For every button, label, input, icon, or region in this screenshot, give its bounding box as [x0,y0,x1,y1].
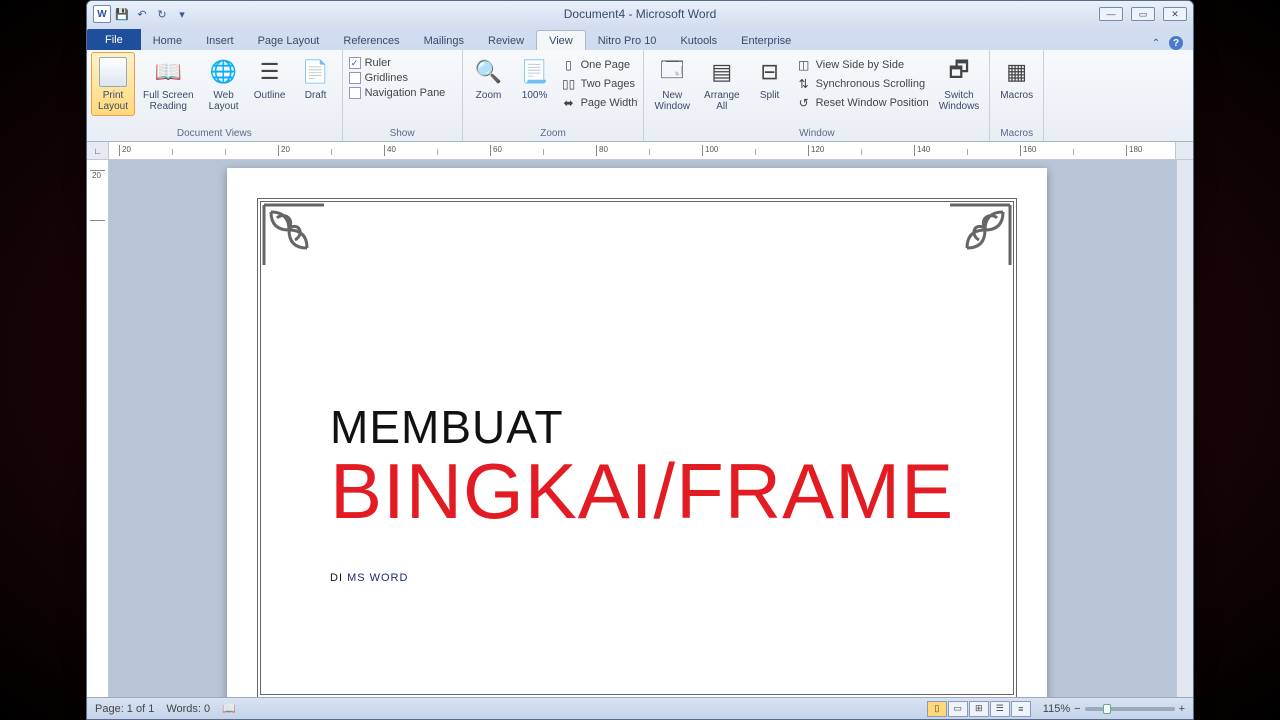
reset-window-button: ↺Reset Window Position [794,94,931,112]
tab-home[interactable]: Home [141,31,194,50]
outline-button[interactable]: ☰Outline [248,52,292,105]
book-icon: 📖 [152,56,184,88]
arrange-icon: ▤ [706,56,738,88]
zoom-level[interactable]: 115% [1043,703,1070,715]
ruler-corner[interactable]: ∟ [87,142,109,159]
page-width-icon: ⬌ [561,95,577,111]
maximize-button[interactable]: ▭ [1131,7,1155,21]
status-proof-icon[interactable]: 📖 [222,702,236,715]
sbs-icon: ◫ [796,57,812,73]
web-layout-button[interactable]: 🌐WebLayout [202,52,246,116]
split-button[interactable]: ⊟Split [748,52,792,105]
qat-dropdown[interactable]: ▾ [173,5,191,23]
group-zoom: 🔍Zoom 📃100% ▯One Page ▯▯Two Pages ⬌Page … [463,50,645,141]
zoom-control: 115% − + [1043,703,1185,715]
view-web[interactable]: ⊞ [969,701,989,717]
horizontal-ruler[interactable]: 2020406080100120140160180 [109,142,1176,159]
ribbon: PrintLayout 📖Full ScreenReading 🌐WebLayo… [87,50,1193,142]
zoom-button[interactable]: 🔍Zoom [467,52,511,105]
undo-button[interactable]: ↶ [133,5,151,23]
zoom-out-button[interactable]: − [1074,703,1080,715]
save-button[interactable]: 💾 [113,5,131,23]
tab-pagelayout[interactable]: Page Layout [246,31,332,50]
tab-references[interactable]: References [331,31,411,50]
window-title: Document4 - Microsoft Word [564,7,717,21]
switch-icon: 🗗 [943,56,975,88]
sync-scroll-button: ⇅Synchronous Scrolling [794,75,931,93]
fullscreen-reading-button[interactable]: 📖Full ScreenReading [137,52,200,116]
view-buttons: ▯ ▭ ⊞ ☰ ≡ [927,701,1031,717]
tab-enterprise[interactable]: Enterprise [729,31,803,50]
two-pages-icon: ▯▯ [561,76,577,92]
group-show: ✓Ruler Gridlines Navigation Pane Show [343,50,463,141]
sync-icon: ⇅ [796,76,812,92]
draft-icon: 📄 [300,56,332,88]
outline-icon: ☰ [254,56,286,88]
group-macros: ▦Macros Macros [990,50,1044,141]
title-bar: W 💾 ↶ ↻ ▾ Document4 - Microsoft Word — ▭… [87,1,1193,27]
help-icon[interactable]: ? [1169,36,1183,50]
one-page-icon: ▯ [561,57,577,73]
switch-windows-button[interactable]: 🗗SwitchWindows [933,52,986,116]
ruler-checkbox[interactable]: ✓Ruler [347,56,448,70]
print-layout-icon [97,56,129,88]
window-controls: — ▭ ✕ [1099,7,1187,21]
view-outline-btn[interactable]: ☰ [990,701,1010,717]
two-pages-button[interactable]: ▯▯Two Pages [559,75,640,93]
tab-nitro[interactable]: Nitro Pro 10 [586,31,669,50]
globe-icon: 🌐 [208,56,240,88]
app-window: W 💾 ↶ ↻ ▾ Document4 - Microsoft Word — ▭… [86,0,1194,720]
tab-file[interactable]: File [87,29,141,50]
group-window: 🗔NewWindow ▤ArrangeAll ⊟Split ◫View Side… [644,50,990,141]
macros-button[interactable]: ▦Macros [994,52,1039,105]
tab-review[interactable]: Review [476,31,536,50]
status-bar: Page: 1 of 1 Words: 0 📖 ▯ ▭ ⊞ ☰ ≡ 115% −… [87,697,1193,719]
macros-icon: ▦ [1001,56,1033,88]
zoom-slider[interactable] [1085,707,1175,711]
print-layout-button[interactable]: PrintLayout [91,52,135,116]
new-window-button[interactable]: 🗔NewWindow [648,52,696,116]
status-words[interactable]: Words: 0 [166,703,210,715]
reset-icon: ↺ [796,95,812,111]
quick-access-toolbar: W 💾 ↶ ↻ ▾ [93,5,191,23]
view-side-by-side-button: ◫View Side by Side [794,56,931,74]
draft-button[interactable]: 📄Draft [294,52,338,105]
redo-button[interactable]: ↻ [153,5,171,23]
ribbon-tabs: File Home Insert Page Layout References … [87,27,1193,50]
group-document-views: PrintLayout 📖Full ScreenReading 🌐WebLayo… [87,50,343,141]
status-page[interactable]: Page: 1 of 1 [95,703,154,715]
tab-view[interactable]: View [536,30,586,50]
vertical-scrollbar[interactable] [1176,160,1193,697]
horizontal-ruler-bar: ∟ 2020406080100120140160180 [87,142,1193,160]
view-draft-btn[interactable]: ≡ [1011,701,1031,717]
arrange-all-button[interactable]: ▤ArrangeAll [698,52,746,116]
gridlines-checkbox[interactable]: Gridlines [347,71,448,85]
minimize-button[interactable]: — [1099,7,1123,21]
view-fullscreen[interactable]: ▭ [948,701,968,717]
view-print-layout[interactable]: ▯ [927,701,947,717]
overlay-caption: MEMBUAT BINGKAI/FRAME DI MS WORD [330,400,954,595]
vertical-ruler[interactable]: 20 [87,160,109,697]
new-window-icon: 🗔 [656,56,688,88]
page-width-button[interactable]: ⬌Page Width [559,94,640,112]
one-page-button[interactable]: ▯One Page [559,56,640,74]
navpane-checkbox[interactable]: Navigation Pane [347,86,448,100]
page-100-icon: 📃 [519,56,551,88]
zoom-100-button[interactable]: 📃100% [513,52,557,105]
zoom-in-button[interactable]: + [1179,703,1185,715]
corner-ornament-tl [259,200,329,270]
magnifier-icon: 🔍 [473,56,505,88]
word-icon[interactable]: W [93,5,111,23]
tab-kutools[interactable]: Kutools [668,31,729,50]
close-button[interactable]: ✕ [1163,7,1187,21]
tab-mailings[interactable]: Mailings [412,31,476,50]
split-icon: ⊟ [754,56,786,88]
corner-ornament-tr [945,200,1015,270]
tab-insert[interactable]: Insert [194,31,246,50]
minimize-ribbon-icon[interactable]: ⌃ [1149,36,1163,50]
